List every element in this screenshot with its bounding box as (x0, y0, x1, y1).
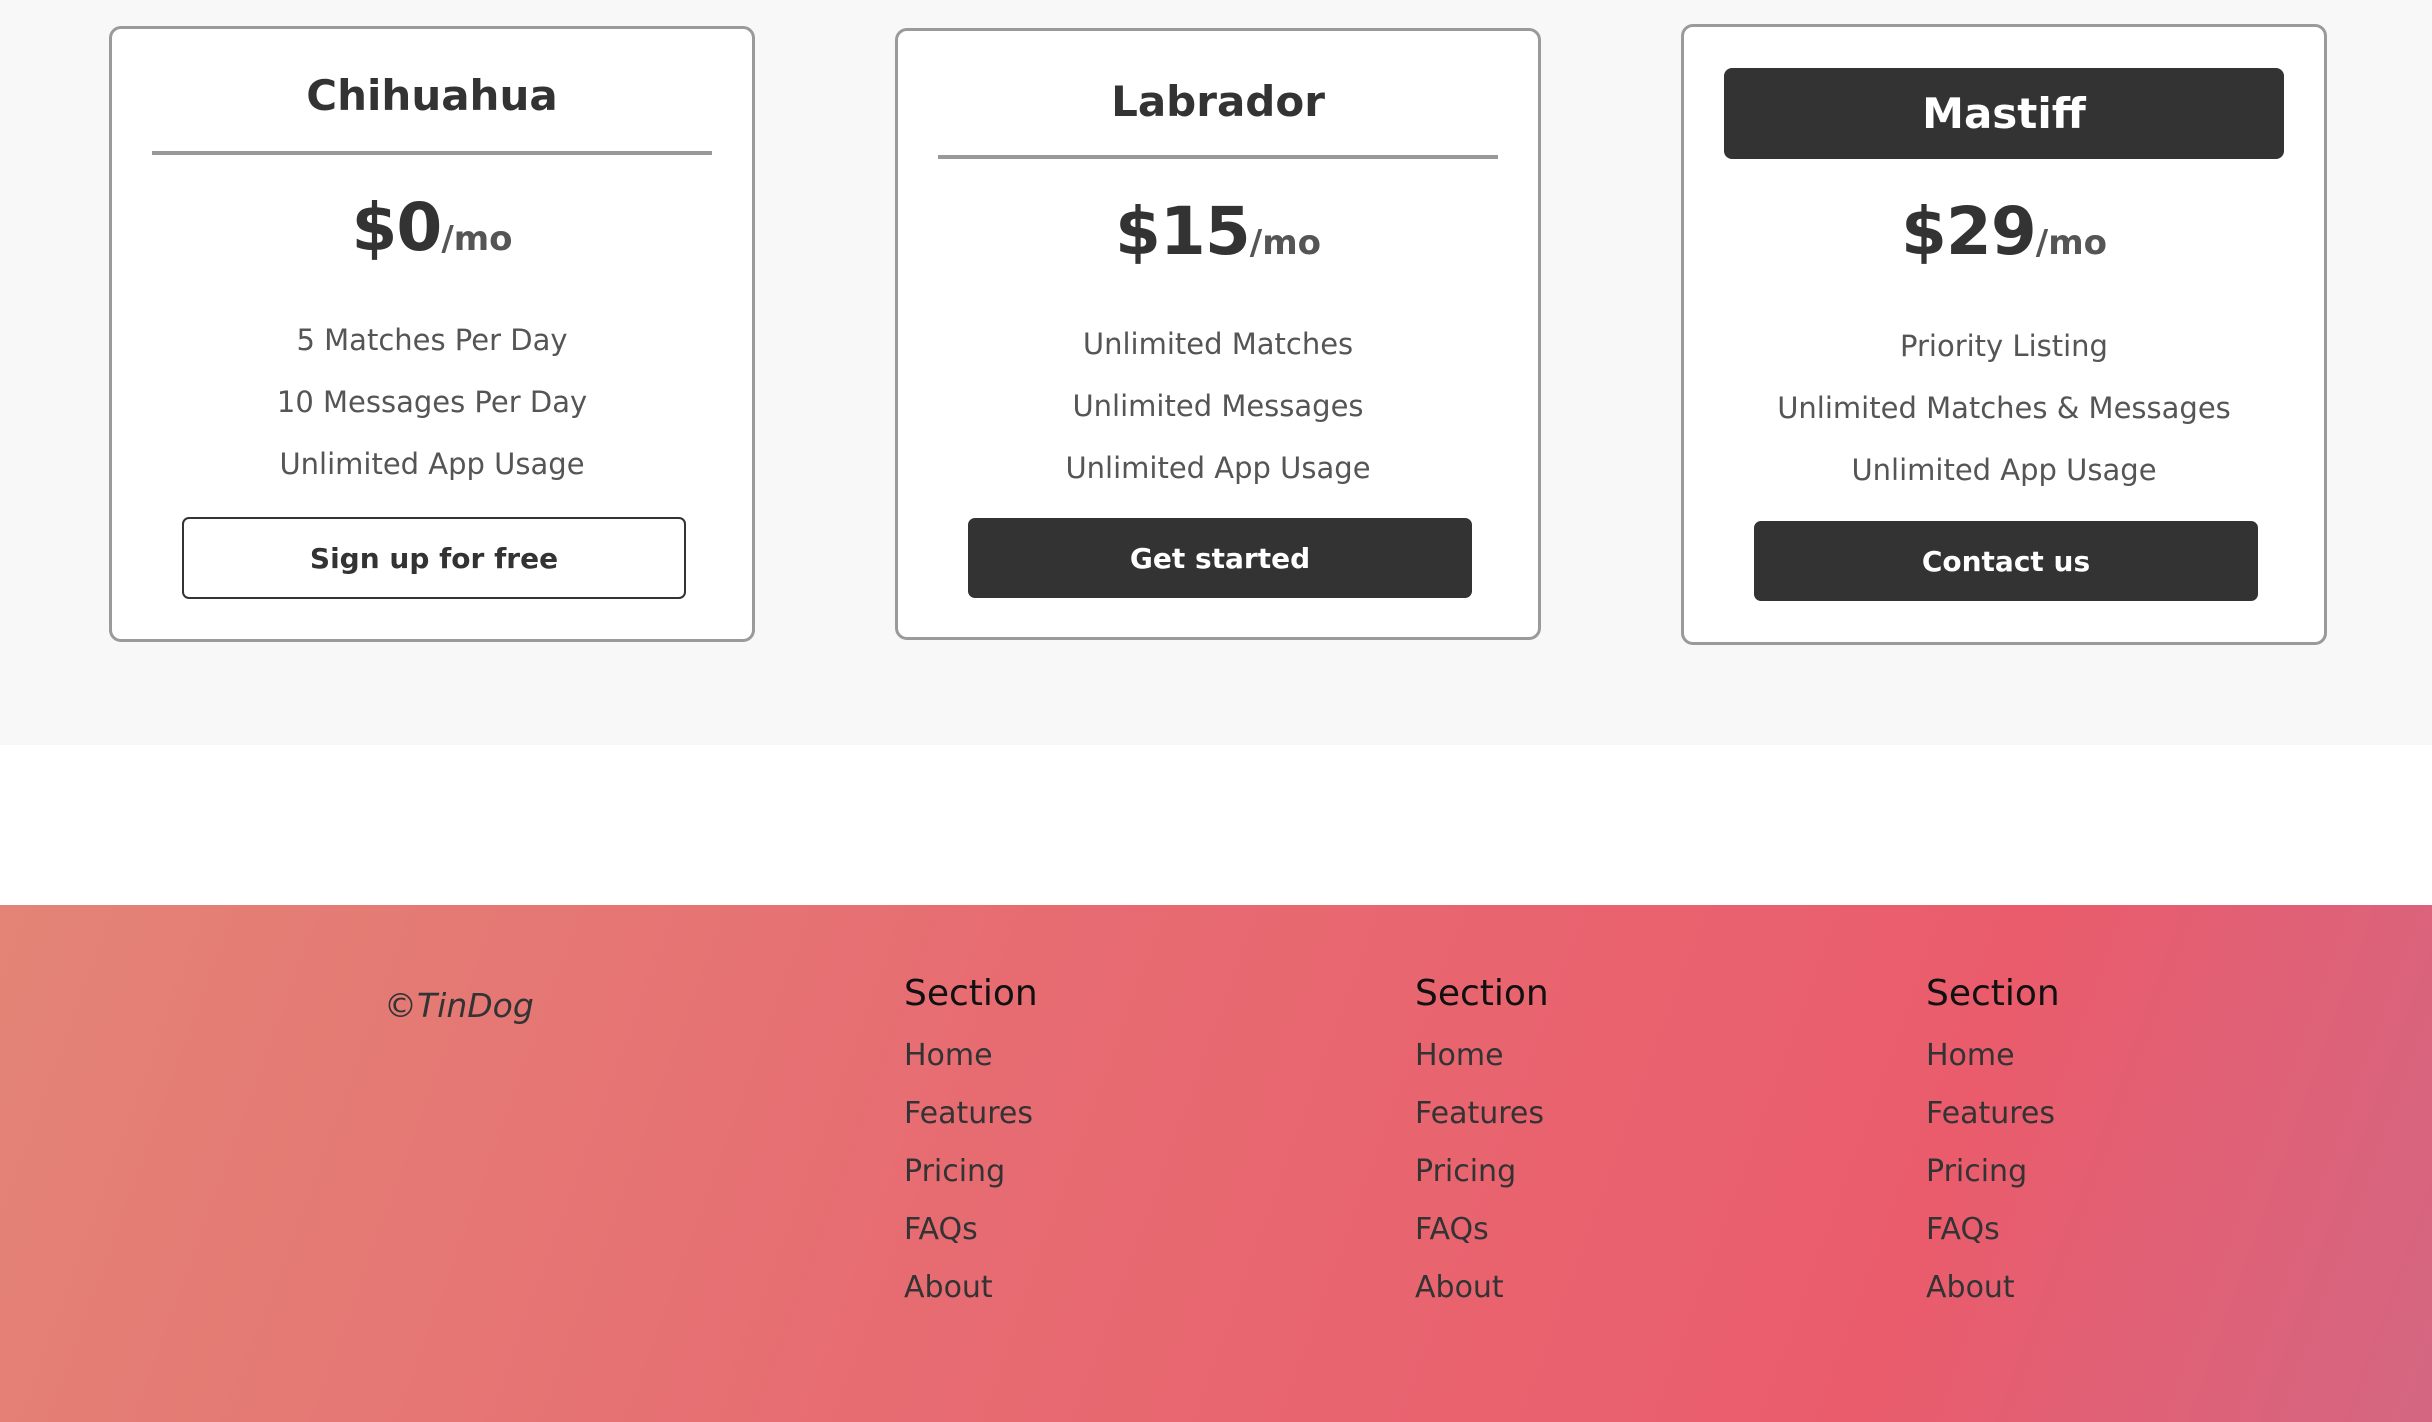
feature-item: 5 Matches Per Day (296, 323, 568, 357)
feature-item: Unlimited Matches & Messages (1777, 391, 2231, 425)
footer-link-features[interactable]: Features (1415, 1085, 1549, 1143)
footer-link-features[interactable]: Features (904, 1085, 1038, 1143)
plan-name-header: Mastiff (1724, 68, 2284, 159)
price-amount: $0 (351, 189, 442, 266)
footer-column-title: Section (1415, 973, 1549, 1014)
feature-item: Unlimited Matches (1082, 327, 1354, 361)
feature-item: Unlimited App Usage (1851, 453, 2157, 487)
feature-item: Unlimited Messages (1072, 389, 1364, 423)
plan-name: Mastiff (1922, 89, 2086, 138)
pricing-card-chihuahua: Chihuahua $0/mo 5 Matches Per Day 10 Mes… (109, 26, 755, 642)
feature-list: Priority Listing Unlimited Matches & Mes… (1684, 315, 2324, 501)
price-amount: $29 (1901, 193, 2037, 270)
footer-column: Section Home Features Pricing FAQs About (904, 969, 1038, 1317)
footer-link-list: Home Features Pricing FAQs About (904, 1027, 1038, 1317)
footer-link-faqs[interactable]: FAQs (1926, 1201, 2060, 1259)
footer: ©TinDog Section Home Features Pricing FA… (0, 905, 2432, 1422)
feature-item: 10 Messages Per Day (276, 385, 588, 419)
footer-link-about[interactable]: About (1415, 1259, 1549, 1317)
footer-column-title: Section (1926, 973, 2060, 1014)
footer-link-home[interactable]: Home (1926, 1027, 2060, 1085)
feature-list: Unlimited Matches Unlimited Messages Unl… (898, 313, 1538, 499)
plan-name: Chihuahua (306, 71, 558, 120)
footer-link-list: Home Features Pricing FAQs About (1926, 1027, 2060, 1317)
price-unit: /mo (441, 219, 513, 259)
pricing-card-mastiff: Mastiff $29/mo Priority Listing Unlimite… (1681, 24, 2327, 645)
price-unit: /mo (1249, 223, 1321, 263)
feature-item: Priority Listing (1900, 329, 2108, 363)
footer-link-faqs[interactable]: FAQs (904, 1201, 1038, 1259)
footer-link-list: Home Features Pricing FAQs About (1415, 1027, 1549, 1317)
footer-link-about[interactable]: About (1926, 1259, 2060, 1317)
footer-link-features[interactable]: Features (1926, 1085, 2060, 1143)
plan-price: $15/mo (898, 193, 1538, 270)
price-amount: $15 (1115, 193, 1251, 270)
footer-link-about[interactable]: About (904, 1259, 1038, 1317)
plan-divider (152, 151, 712, 155)
footer-link-pricing[interactable]: Pricing (1415, 1143, 1549, 1201)
plan-price: $29/mo (1684, 193, 2324, 270)
copyright-text: ©TinDog (384, 986, 534, 1025)
sign-up-button[interactable]: Sign up for free (182, 517, 686, 599)
contact-us-button[interactable]: Contact us (1754, 521, 2258, 601)
footer-column: Section Home Features Pricing FAQs About (1926, 969, 2060, 1317)
feature-item: Unlimited App Usage (279, 447, 585, 481)
pricing-card-labrador: Labrador $15/mo Unlimited Matches Unlimi… (895, 28, 1541, 640)
plan-divider (938, 155, 1498, 159)
footer-link-home[interactable]: Home (1415, 1027, 1549, 1085)
pricing-section: Chihuahua $0/mo 5 Matches Per Day 10 Mes… (0, 0, 2432, 745)
footer-link-pricing[interactable]: Pricing (904, 1143, 1038, 1201)
footer-link-home[interactable]: Home (904, 1027, 1038, 1085)
feature-item: Unlimited App Usage (1065, 451, 1371, 485)
price-unit: /mo (2035, 223, 2107, 263)
get-started-button[interactable]: Get started (968, 518, 1472, 598)
footer-column: Section Home Features Pricing FAQs About (1415, 969, 1549, 1317)
plan-name: Labrador (1111, 77, 1325, 126)
plan-price: $0/mo (112, 189, 752, 266)
feature-list: 5 Matches Per Day 10 Messages Per Day Un… (112, 309, 752, 495)
section-spacer (0, 745, 2432, 905)
footer-link-faqs[interactable]: FAQs (1415, 1201, 1549, 1259)
footer-column-title: Section (904, 973, 1038, 1014)
footer-link-pricing[interactable]: Pricing (1926, 1143, 2060, 1201)
